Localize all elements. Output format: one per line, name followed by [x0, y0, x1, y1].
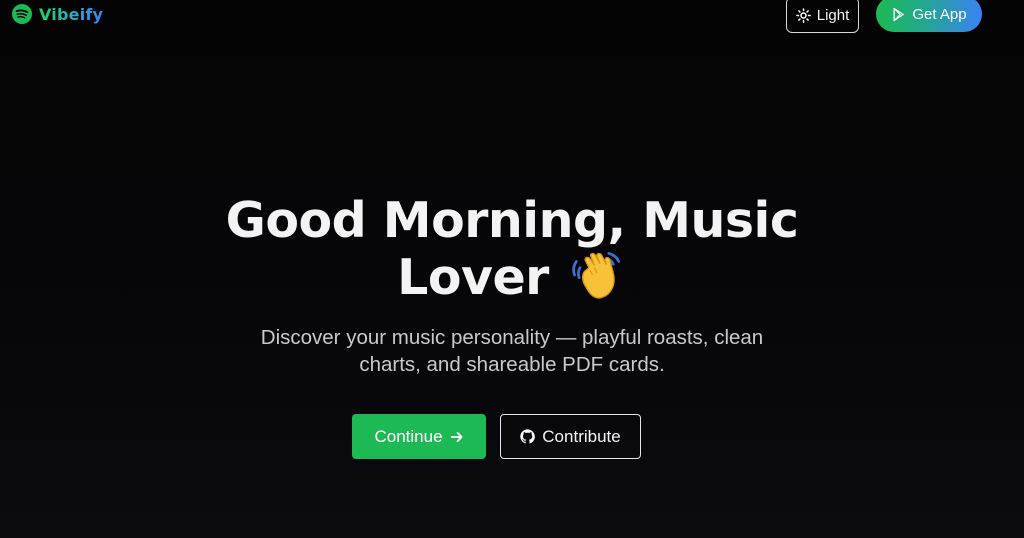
brand-name: Vibeify — [39, 4, 104, 24]
hero-heading-line2-wrap: Lover — [0, 248, 1024, 305]
hero-subtitle-line1: Discover your music personality — playfu… — [260, 326, 764, 349]
page: Vibeify Light Get App Good Morning, Musi… — [0, 0, 1024, 538]
hero-subtitle: Discover your music personality — playfu… — [192, 324, 832, 378]
theme-toggle-label: Light — [816, 6, 850, 24]
google-play-icon — [893, 7, 905, 21]
contribute-label: Contribute — [542, 426, 621, 446]
continue-label: Continue — [374, 426, 443, 446]
hero-heading-line1: Good Morning, Music — [225, 192, 799, 249]
hero-heading-line2: Lover — [397, 249, 549, 306]
continue-button[interactable]: Continue — [352, 414, 486, 459]
github-icon — [520, 429, 536, 444]
get-app-label: Get App — [912, 5, 967, 23]
get-app-button[interactable]: Get App — [876, 0, 982, 32]
theme-toggle-button[interactable]: Light — [786, 0, 859, 33]
hero-subtitle-line2: charts, and shareable PDF cards. — [359, 353, 665, 376]
spotify-logo-icon — [12, 4, 32, 24]
sun-icon — [795, 7, 811, 23]
arrow-right-icon — [450, 431, 463, 442]
hero-heading: Good Morning, Music Lover — [0, 194, 1024, 305]
brand-logo-link[interactable]: Vibeify — [12, 4, 103, 24]
waving-hand-icon — [572, 252, 620, 299]
contribute-button[interactable]: Contribute — [500, 414, 641, 459]
